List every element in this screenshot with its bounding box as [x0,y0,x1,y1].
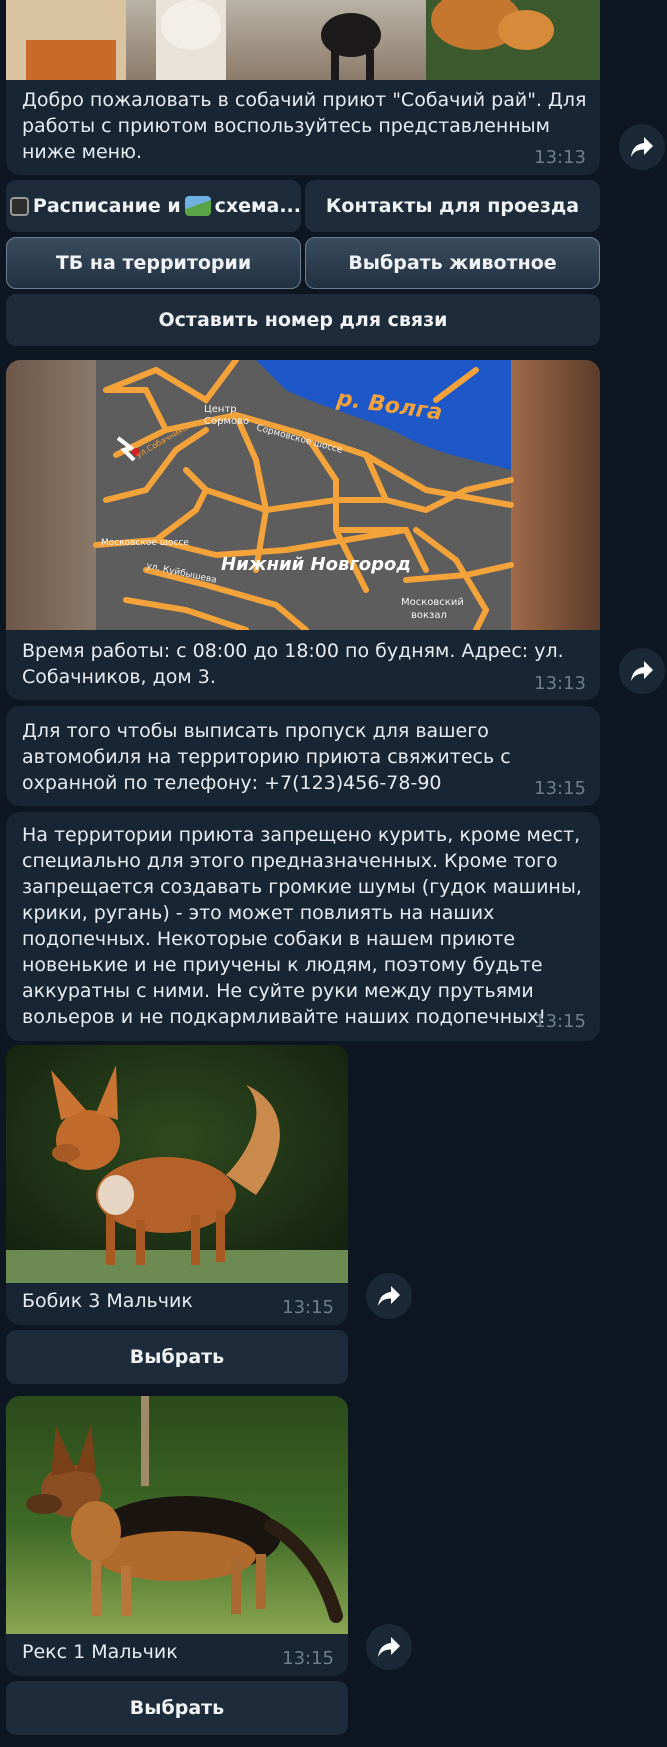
pass-text: Для того чтобы выписать пропуск для ваше… [22,720,517,794]
shelter-photo[interactable] [6,0,600,80]
map-image[interactable]: р. Волга Центр Сормово Сормовское шоссе … [6,360,600,630]
map-label-station-2: вокзал [411,610,447,621]
pet-card: Рекс 1 Мальчик 13:15 [6,1396,348,1676]
forward-button[interactable] [366,1273,412,1319]
message-time: 13:15 [534,1011,586,1032]
schedule-label: Расписание и [32,195,181,217]
welcome-text: Добро пожаловать в собачий приют "Собачи… [22,89,593,163]
select-pet-button[interactable]: Выбрать [6,1330,348,1384]
message-time: 13:15 [282,1648,334,1669]
forward-arrow-icon [378,1637,400,1657]
rules-message: На территории приюта запрещено курить, к… [6,812,600,1041]
map-label-moscow-highway: Московское шоссе [101,538,189,548]
choose-animal-button[interactable]: Выбрать животное [305,237,600,289]
forward-arrow-icon [631,661,653,681]
leave-phone-button[interactable]: Оставить номер для связи [6,294,600,346]
rules-text: На территории приюта запрещено курить, к… [22,824,588,1028]
select-pet-button[interactable]: Выбрать [6,1681,348,1735]
message-time: 13:13 [534,673,586,694]
pet-card: Бобик 3 Мальчик 13:15 [6,1045,348,1325]
forward-arrow-icon [631,137,653,157]
forward-arrow-icon [378,1286,400,1306]
map-emoji-icon [184,196,211,216]
schedule-suffix: схема... [214,195,301,217]
map-label-station-1: Московский [401,597,464,608]
pet-caption: Рекс 1 Мальчик [22,1641,178,1663]
schedule-button[interactable]: Расписание и схема... [6,180,301,232]
map-label-center: Центр [204,404,237,415]
watch-emoji-icon [10,196,29,216]
message-time: 13:15 [534,778,586,799]
forward-button[interactable] [619,124,665,170]
forward-button[interactable] [619,648,665,694]
pet-photo[interactable] [6,1045,348,1283]
map-label-city: Нижний Новгород [221,554,411,575]
map-message: р. Волга Центр Сормово Сормовское шоссе … [6,360,600,700]
hours-text: Время работы: с 08:00 до 18:00 по будням… [22,640,570,688]
message-time: 13:13 [534,147,586,168]
safety-button[interactable]: ТБ на территории [6,237,301,289]
message-time: 13:15 [282,1297,334,1318]
contacts-button[interactable]: Контакты для проезда [305,180,600,232]
pass-message: Для того чтобы выписать пропуск для ваше… [6,706,600,806]
forward-button[interactable] [366,1624,412,1670]
welcome-message: Добро пожаловать в собачий приют "Собачи… [6,0,600,175]
pet-photo[interactable] [6,1396,348,1634]
map-label-sormovo: Сормово [204,416,249,427]
pet-caption: Бобик 3 Мальчик [22,1290,193,1312]
